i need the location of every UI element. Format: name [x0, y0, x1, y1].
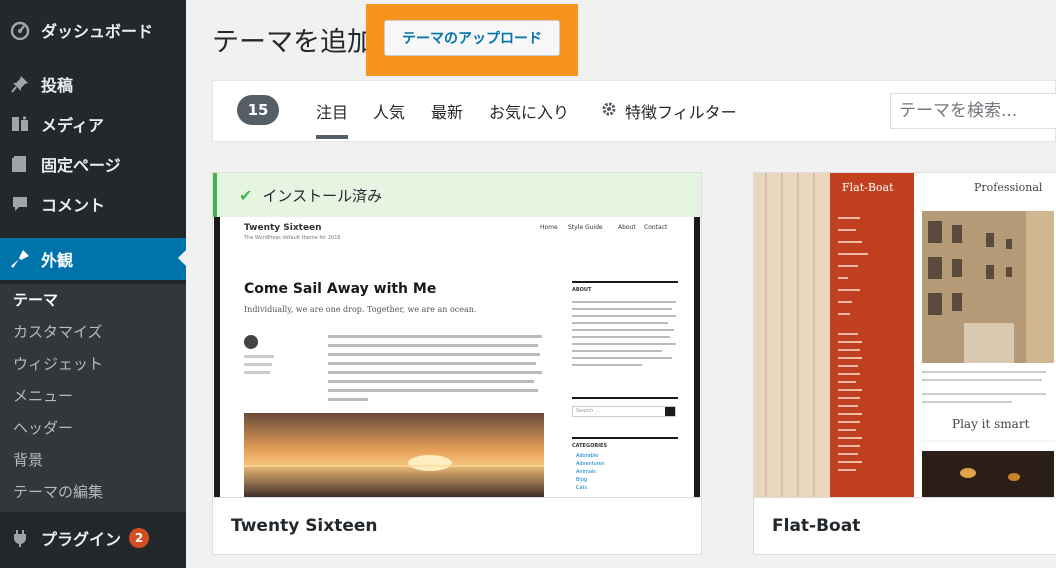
submenu-item-theme-editor[interactable]: テーマの編集 [13, 480, 103, 504]
sidebar-item-label: コメント [41, 196, 106, 215]
submenu-item-themes[interactable]: テーマ [13, 288, 58, 312]
sidebar-item-label: 固定ページ [41, 156, 121, 175]
preview-nav-contact: Contact [644, 224, 668, 231]
theme-card-flat-boat[interactable]: Flat-Boat Professional Play it smart Fla… [753, 172, 1056, 555]
preview-search-field: Search ... [572, 406, 676, 417]
preview-logo: Flat-Boat [842, 181, 894, 194]
preview-category: Adorable [576, 453, 599, 459]
appearance-submenu: テーマ カスタマイズ ウィジェット メニュー ヘッダー 背景 テーマの編集 [0, 284, 186, 512]
sidebar-item-comments[interactable]: コメント [0, 184, 186, 224]
preview-widget-rule [572, 397, 678, 399]
submenu-item-menus[interactable]: メニュー [13, 384, 73, 408]
sidebar-item-label: メディア [41, 116, 104, 135]
preview-nav-home: Home [540, 224, 558, 231]
preview-flat-boat-art [754, 173, 1054, 498]
upload-theme-button[interactable]: テーマのアップロード [384, 20, 560, 56]
tab-popular[interactable]: 人気 [373, 99, 405, 123]
gear-icon [601, 101, 617, 121]
feature-filter-label: 特徴フィルター [625, 103, 737, 122]
preview-avatar [244, 335, 258, 349]
theme-card-twenty-sixteen[interactable]: ✔ インストール済み Twenty Sixteen The WordPress … [212, 172, 702, 555]
sidebar-item-appearance[interactable]: 外観 [0, 238, 186, 280]
sidebar-item-media[interactable]: メディア [0, 104, 186, 144]
preview-nav-style-guide: Style Guide [568, 224, 603, 231]
preview-meta-line [244, 371, 270, 374]
pin-icon [8, 72, 32, 96]
sidebar-item-plugins[interactable]: プラグイン 2 [0, 518, 186, 558]
preview-post-excerpt: Individually, we are one drop. Together,… [244, 305, 477, 314]
theme-filter-bar: 15 注目 人気 最新 お気に入り 特徴フィルター [212, 80, 1056, 142]
preview-widget-about: ABOUT [572, 287, 592, 293]
theme-search-input[interactable] [890, 93, 1056, 129]
theme-screenshot: Twenty Sixteen The WordPress default the… [214, 217, 700, 498]
preview-widget-text [572, 301, 676, 366]
media-icon [8, 112, 32, 136]
tab-featured[interactable]: 注目 [316, 99, 349, 139]
check-icon: ✔ [239, 185, 253, 205]
preview-sunset-image [244, 413, 544, 498]
preview-heading: Professional [974, 181, 1043, 194]
preview-body-text [328, 335, 542, 401]
preview-site-title: Twenty Sixteen [244, 223, 322, 233]
preview-post-title: Come Sail Away with Me [244, 281, 437, 297]
preview-category: Adventures [576, 461, 605, 467]
tab-favorites[interactable]: お気に入り [489, 99, 569, 123]
preview-widget-rule [572, 281, 678, 283]
appearance-icon [8, 247, 32, 271]
preview-widget-rule [572, 437, 678, 439]
installed-label: インストール済み [262, 186, 383, 205]
preview-nav-about: About [618, 224, 636, 231]
submenu-item-header[interactable]: ヘッダー [13, 416, 73, 440]
preview-meta-line [244, 363, 272, 366]
preview-widget-categories: CATEGORIES [572, 443, 608, 449]
preview-search-button [665, 407, 675, 416]
theme-name: Twenty Sixteen [213, 497, 701, 554]
submenu-item-widgets[interactable]: ウィジェット [13, 352, 103, 376]
theme-count-badge: 15 [237, 95, 279, 125]
sidebar-item-dashboard[interactable]: ダッシュボード [0, 10, 186, 50]
dashboard-icon [8, 18, 32, 42]
page-icon [8, 152, 32, 176]
theme-screenshot: Flat-Boat Professional Play it smart [754, 173, 1054, 498]
comment-icon [8, 192, 32, 216]
tab-latest[interactable]: 最新 [431, 99, 463, 123]
sidebar-item-pages[interactable]: 固定ページ [0, 144, 186, 184]
preview-category: Cats [576, 485, 588, 491]
sidebar-item-label: 投稿 [41, 76, 74, 95]
update-count-badge: 2 [129, 528, 150, 548]
sidebar-item-label: プラグイン [41, 530, 122, 549]
submenu-item-customize[interactable]: カスタマイズ [13, 320, 103, 344]
admin-sidebar: ダッシュボード 投稿 メディア 固定ページ コメント 外観 テーマ カスタマイズ [0, 0, 186, 568]
preview-post-title: Play it smart [952, 417, 1030, 431]
preview-category: Animals [576, 469, 596, 475]
preview-tagline: The WordPress default theme for 2016 [244, 235, 341, 241]
submenu-item-background[interactable]: 背景 [13, 448, 43, 472]
installed-notice: ✔ インストール済み [213, 173, 701, 217]
sidebar-item-label: ダッシュボード [41, 22, 154, 41]
preview-search-placeholder: Search ... [576, 408, 600, 414]
feature-filter-button[interactable]: 特徴フィルター [601, 99, 737, 123]
preview-category: Blog [576, 477, 588, 483]
plugin-icon [8, 526, 32, 550]
preview-meta-line [244, 355, 274, 358]
sidebar-item-posts[interactable]: 投稿 [0, 64, 186, 104]
theme-name: Flat-Boat [754, 497, 1056, 554]
sidebar-item-label: 外観 [41, 251, 74, 270]
page-title: テーマを追加 [212, 27, 374, 58]
